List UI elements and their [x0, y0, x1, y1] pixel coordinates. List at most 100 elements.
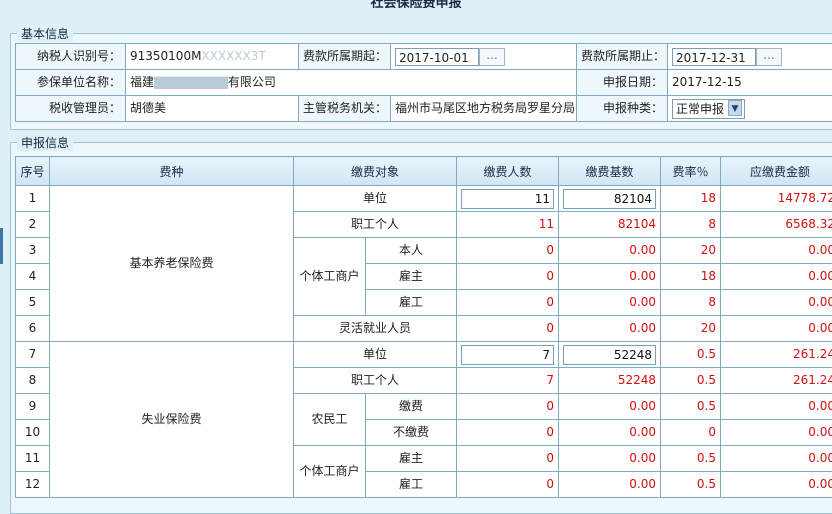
basic-info-section: 基本信息 纳税人识别号： 91350100MXXXXXX3T 费款所属期起： 2…: [10, 33, 832, 130]
group-individual-business: 个体工商户: [294, 238, 366, 316]
declare-date-label: 申报日期：: [577, 70, 668, 96]
row-no: 5: [16, 290, 50, 316]
unit-name-label: 参保单位名称：: [16, 70, 126, 96]
category-pension: 基本养老保险费: [50, 186, 294, 342]
header-rate: 费率％: [661, 157, 721, 186]
period-start-input[interactable]: 2017-10-01: [395, 48, 479, 66]
row-amount: 0.00: [721, 472, 832, 498]
row-base-input[interactable]: 52248: [563, 345, 656, 365]
declare-info-legend: 申报信息: [17, 134, 73, 151]
row-amount: 261.24: [721, 342, 832, 368]
row-count: 11: [457, 212, 559, 238]
row-count-input[interactable]: 7: [461, 345, 554, 365]
declare-info-section: 申报信息 序号 费种 缴费对象 缴费人数 缴费基数 费率％ 应缴费金额 1 基本…: [10, 142, 832, 514]
row-count: 0: [457, 394, 559, 420]
basic-info-table: 纳税人识别号： 91350100MXXXXXX3T 费款所属期起： 2017-1…: [15, 43, 832, 122]
header-no: 序号: [16, 157, 50, 186]
row-target: 雇主: [366, 264, 457, 290]
row-target: 职工个人: [294, 212, 457, 238]
row-no: 8: [16, 368, 50, 394]
row-amount: 0.00: [721, 238, 832, 264]
chevron-down-icon[interactable]: ▼: [728, 100, 742, 116]
row-no: 9: [16, 394, 50, 420]
row-target: 单位: [294, 342, 457, 368]
category-unemployment: 失业保险费: [50, 342, 294, 498]
row-base: 0.00: [559, 264, 661, 290]
row-target: 雇工: [366, 290, 457, 316]
row-no: 12: [16, 472, 50, 498]
row-base: 0.00: [559, 290, 661, 316]
row-amount: 0.00: [721, 290, 832, 316]
period-start-picker-button[interactable]: ...: [479, 48, 505, 66]
row-rate: 20: [661, 316, 721, 342]
row-target: 本人: [366, 238, 457, 264]
row-no: 2: [16, 212, 50, 238]
declare-table: 序号 费种 缴费对象 缴费人数 缴费基数 费率％ 应缴费金额 1 基本养老保险费…: [15, 156, 832, 498]
row-count: 0: [457, 316, 559, 342]
row-amount: 261.24: [721, 368, 832, 394]
page-title: 社会保险费申报: [0, 0, 832, 8]
declare-type-select[interactable]: 正常申报▼: [672, 99, 745, 119]
taxpayer-id-label: 纳税人识别号：: [16, 44, 126, 70]
row-no: 10: [16, 420, 50, 446]
row-count: 0: [457, 446, 559, 472]
basic-info-legend: 基本信息: [17, 25, 73, 42]
row-amount: 6568.32: [721, 212, 832, 238]
group-migrant-worker: 农民工: [294, 394, 366, 446]
row-no: 4: [16, 264, 50, 290]
header-target: 缴费对象: [294, 157, 457, 186]
row-base: 82104: [559, 212, 661, 238]
row-amount: 0.00: [721, 394, 832, 420]
row-rate: 18: [661, 186, 721, 212]
period-end-cell: 2017-12-31...: [668, 44, 832, 70]
row-rate: 0.5: [661, 342, 721, 368]
row-no: 1: [16, 186, 50, 212]
row-target: 缴费: [366, 394, 457, 420]
row-no: 3: [16, 238, 50, 264]
row-count: 0: [457, 420, 559, 446]
row-target: 雇主: [366, 446, 457, 472]
row-count-input[interactable]: 11: [461, 189, 554, 209]
row-no: 7: [16, 342, 50, 368]
row-base: 0.00: [559, 472, 661, 498]
table-row: 1 基本养老保险费 单位 11 82104 18 14778.72: [16, 186, 832, 212]
table-row: 7 失业保险费 单位 7 52248 0.5 261.24: [16, 342, 832, 368]
row-count: 0: [457, 290, 559, 316]
row-rate: 0.5: [661, 368, 721, 394]
unit-name-value: 福建▇▇▇▇▇▇▇▇有限公司: [126, 70, 577, 96]
row-rate: 8: [661, 212, 721, 238]
row-base: 52248: [559, 368, 661, 394]
row-count-cell: 7: [457, 342, 559, 368]
row-base: 0.00: [559, 446, 661, 472]
tax-manager-value: 胡德美: [126, 96, 299, 122]
tax-manager-label: 税收管理员：: [16, 96, 126, 122]
left-edge-bar: [0, 228, 3, 264]
period-end-picker-button[interactable]: ...: [756, 48, 782, 66]
taxpayer-id-obscured: XXXXXX3T: [201, 49, 265, 63]
tax-authority-label: 主管税务机关：: [299, 96, 391, 122]
header-amount: 应缴费金额: [721, 157, 832, 186]
period-end-input[interactable]: 2017-12-31: [672, 48, 756, 66]
period-start-label: 费款所属期起：: [299, 44, 391, 70]
row-base-cell: 52248: [559, 342, 661, 368]
row-no: 6: [16, 316, 50, 342]
row-target: 职工个人: [294, 368, 457, 394]
row-count: 0: [457, 264, 559, 290]
row-base: 0.00: [559, 316, 661, 342]
row-rate: 0.5: [661, 446, 721, 472]
row-count-cell: 11: [457, 186, 559, 212]
header-count: 缴费人数: [457, 157, 559, 186]
declare-date-value: 2017-12-15: [668, 70, 832, 96]
row-base: 0.00: [559, 238, 661, 264]
table-header-row: 序号 费种 缴费对象 缴费人数 缴费基数 费率％ 应缴费金额: [16, 157, 832, 186]
row-base: 0.00: [559, 420, 661, 446]
row-amount: 0.00: [721, 316, 832, 342]
row-amount: 14778.72: [721, 186, 832, 212]
taxpayer-id-value: 91350100MXXXXXX3T: [126, 44, 299, 70]
row-target: 单位: [294, 186, 457, 212]
row-amount: 0.00: [721, 420, 832, 446]
row-rate: 0: [661, 420, 721, 446]
row-base-input[interactable]: 82104: [563, 189, 656, 209]
row-rate: 18: [661, 264, 721, 290]
row-rate: 20: [661, 238, 721, 264]
